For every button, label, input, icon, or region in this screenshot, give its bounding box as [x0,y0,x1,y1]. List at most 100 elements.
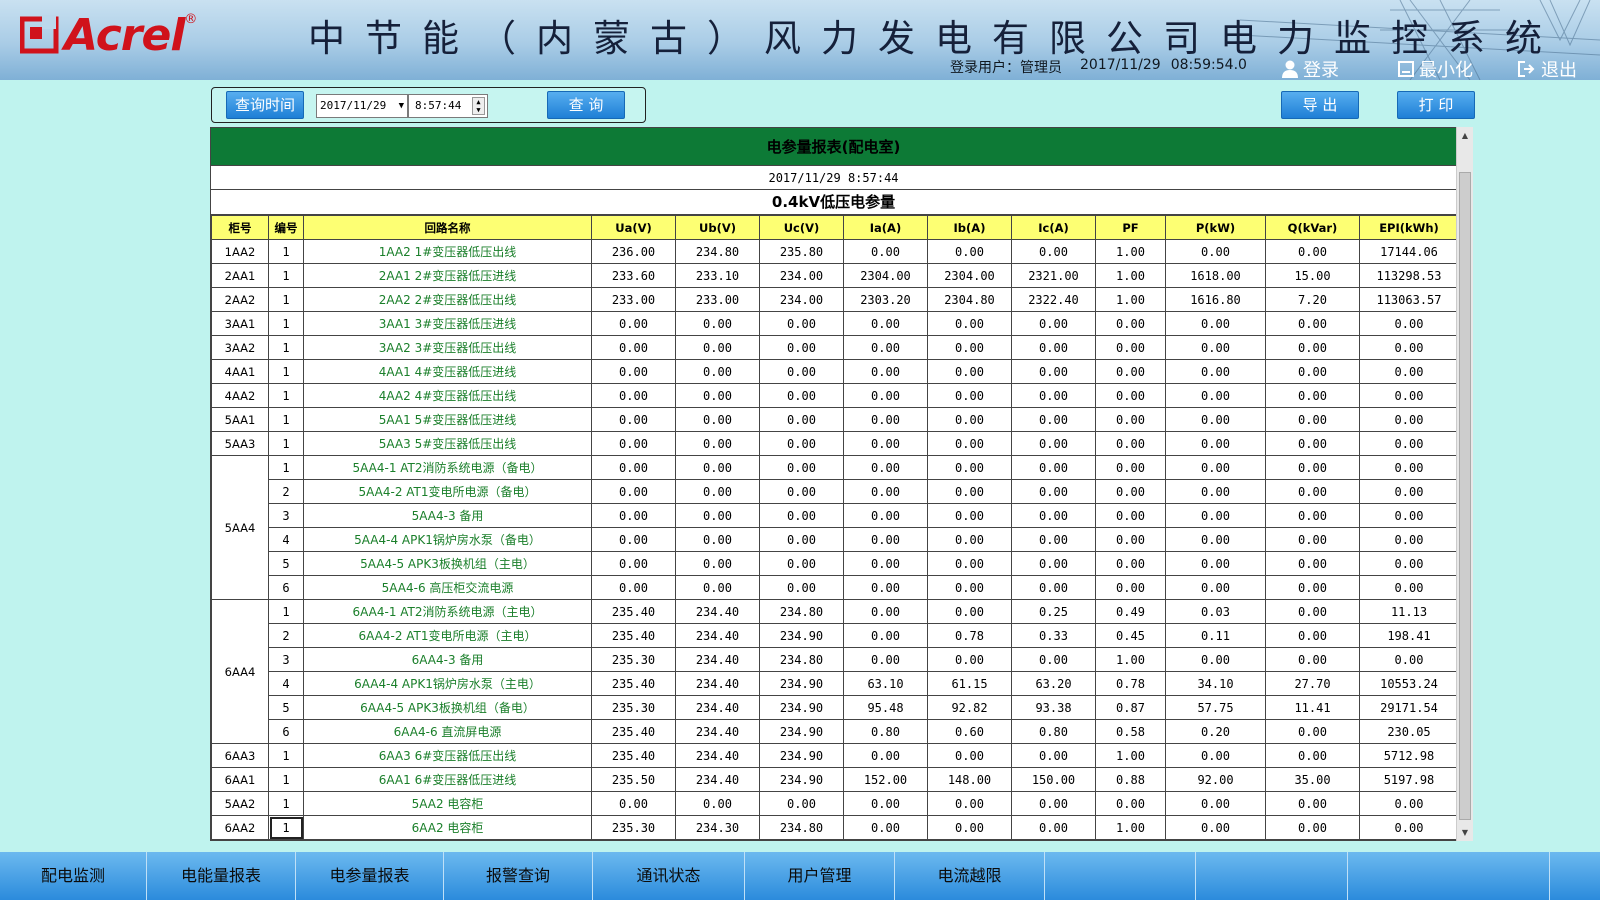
minimize-button[interactable]: 最小化 [1398,56,1473,80]
date-picker[interactable]: 2017/11/29 ▼ [316,94,408,118]
value-cell: 2304.00 [927,263,1012,288]
table-row[interactable]: 4AA2 1 4AA2 4#变压器低压出线 0.00 0.00 0.00 0.00 0.00 0… [211,383,1456,408]
time-spinner[interactable]: ▲ ▼ [472,97,485,115]
circuit-name-cell: 3AA2 3#变压器低压出线 [303,335,592,360]
print-button[interactable]: 打 印 [1397,91,1475,119]
current-time: 08:59:54.0 [1170,57,1247,73]
user-label: 登录用户： [950,60,1020,76]
circuit-name-cell: 6AA2 电容柜 [303,815,592,840]
value-cell: 0.33 [1011,623,1096,648]
value-cell: 235.40 [591,743,676,768]
value-cell: 2304.00 [843,263,928,288]
table-row[interactable]: 2 5AA4-2 AT1变电所电源（备电） 0.00 0.00 0.00 0.00 0.00… [212,479,1456,504]
time-picker[interactable]: 8:57:44 ▲ ▼ [408,94,488,118]
nav-item-6[interactable]: 用户管理 [745,852,895,900]
dropdown-arrow-icon[interactable]: ▼ [399,95,404,117]
value-cell: 57.75 [1165,695,1266,720]
number-cell: 1 [268,359,304,384]
table-row[interactable]: 2AA1 1 2AA1 2#变压器低压进线 233.60 233.10 234.00 230… [211,263,1456,288]
value-cell: 0.00 [675,455,760,480]
spin-up-icon[interactable]: ▲ [473,98,484,106]
value-cell: 0.00 [927,359,1012,384]
value-cell: 0.00 [1165,311,1266,336]
login-button[interactable]: 登录 [1282,56,1339,80]
scroll-down-icon[interactable]: ▼ [1457,824,1473,841]
column-header: Q(kVar) [1265,215,1360,240]
table-row[interactable]: 3AA1 1 3AA1 3#变压器低压进线 0.00 0.00 0.00 0.00 0.00 0… [211,311,1456,336]
table-row[interactable]: 5 5AA4-5 APK3板换机组（主电） 0.00 0.00 0.00 0.00 0.00… [212,551,1456,576]
value-cell: 233.00 [591,287,676,312]
column-header: 回路名称 [303,215,592,240]
column-header: 编号 [268,215,304,240]
export-button[interactable]: 导 出 [1281,91,1359,119]
table-row[interactable]: 6AA1 1 6AA1 6#变压器低压进线 235.50 234.40 234.90 152… [211,767,1456,792]
value-cell: 234.40 [675,719,760,744]
number-cell: 2 [268,479,304,504]
nav-item-4[interactable]: 报警查询 [444,852,593,900]
value-cell: 0.00 [843,623,928,648]
table-row[interactable]: 6AA4 1 6AA4-1 AT2消防系统电源（主电） 235.40 234.40 234… [211,599,1456,744]
number-cell: 1 [268,407,304,432]
value-cell: 0.11 [1165,623,1266,648]
table-row[interactable]: 5AA4 1 5AA4-1 AT2消防系统电源（备电） 0.00 0.00 0.00 0.0… [211,455,1456,600]
exit-label: 退出 [1541,60,1577,80]
nav-item-8[interactable] [1045,852,1196,900]
scrollbar-thumb[interactable] [1459,172,1471,820]
nav-item-9[interactable] [1196,852,1348,900]
value-cell: 234.90 [759,767,844,792]
column-header: Ub(V) [675,215,760,240]
table-row[interactable]: 4 6AA4-4 APK1锅炉房水泵（主电） 235.40 234.40 234.90 6… [212,671,1456,696]
value-cell: 0.00 [1165,815,1266,840]
scroll-up-icon[interactable]: ▲ [1457,127,1473,144]
value-cell: 0.00 [759,359,844,384]
value-cell: 0.00 [1011,791,1096,816]
table-row[interactable]: 4AA1 1 4AA1 4#变压器低压进线 0.00 0.00 0.00 0.00 0.00 0… [211,359,1456,384]
table-row[interactable]: 5AA3 1 5AA3 5#变压器低压出线 0.00 0.00 0.00 0.00 0.00 0… [211,431,1456,456]
query-time-button[interactable]: 查询时间 [226,91,304,119]
table-row[interactable]: 6 6AA4-6 直流屏电源 235.40 234.40 234.90 0.80 0.60 0… [212,719,1456,744]
value-cell: 0.00 [759,407,844,432]
value-cell: 0.00 [927,503,1012,528]
column-header: Ib(A) [927,215,1012,240]
table-row[interactable]: 6AA3 1 6AA3 6#变压器低压出线 235.40 234.40 234.90 0.0… [211,743,1456,768]
table-row[interactable]: 1AA2 1 1AA2 1#变压器低压出线 236.00 234.80 235.80 0.0… [211,239,1456,264]
value-cell: 113298.53 [1359,263,1456,288]
table-row[interactable]: 5AA1 1 5AA1 5#变压器低压进线 0.00 0.00 0.00 0.00 0.00 0… [211,407,1456,432]
nav-item-10[interactable] [1348,852,1550,900]
vertical-scrollbar[interactable]: ▲ ▼ [1456,127,1473,841]
table-row[interactable]: 6 5AA4-6 高压柜交流电源 0.00 0.00 0.00 0.00 0.00 0.00 0… [212,575,1456,600]
value-cell: 0.00 [1265,431,1360,456]
table-row[interactable]: 3AA2 1 3AA2 3#变压器低压出线 0.00 0.00 0.00 0.00 0.00 0… [211,335,1456,360]
value-cell: 148.00 [927,767,1012,792]
value-cell: 0.00 [927,527,1012,552]
registered-mark: ® [184,12,198,27]
table-row[interactable]: 5AA2 1 5AA2 电容柜 0.00 0.00 0.00 0.00 0.00 0.00 0.0… [211,791,1456,816]
nav-item-1[interactable]: 配电监测 [0,852,147,900]
spin-down-icon[interactable]: ▼ [473,106,484,114]
exit-button[interactable]: 退出 [1518,56,1577,80]
circuit-name-cell: 4AA2 4#变压器低压出线 [303,383,592,408]
minimize-label: 最小化 [1419,60,1473,80]
nav-item-5[interactable]: 通讯状态 [593,852,745,900]
value-cell: 0.00 [759,311,844,336]
value-cell: 0.00 [843,479,928,504]
table-row[interactable]: 3 6AA4-3 备用 235.30 234.40 234.80 0.00 0.00 0.00… [212,647,1456,672]
value-cell: 0.00 [675,551,760,576]
number-cell: 4 [268,671,304,696]
circuit-name-cell: 5AA4-4 APK1锅炉房水泵（备电） [303,527,592,552]
value-cell: 234.80 [759,647,844,672]
search-button[interactable]: 查 询 [547,91,625,119]
nav-item-3[interactable]: 电参量报表 [296,852,444,900]
table-row[interactable]: 3 5AA4-3 备用 0.00 0.00 0.00 0.00 0.00 0.00 0.00 0.… [212,503,1456,528]
value-cell: 1.00 [1095,287,1166,312]
value-cell: 0.00 [1165,743,1266,768]
table-row[interactable]: 2AA2 1 2AA2 2#变压器低压出线 233.00 233.00 234.00 230… [211,287,1456,312]
value-cell: 0.00 [927,311,1012,336]
nav-item-7[interactable]: 电流越限 [895,852,1045,900]
table-row[interactable]: 2 6AA4-2 AT1变电所电源（主电） 235.40 234.40 234.90 0.… [212,623,1456,648]
table-row[interactable]: 5 6AA4-5 APK3板换机组（备电） 235.30 234.40 234.90 95… [212,695,1456,720]
value-cell: 0.00 [843,431,928,456]
table-row[interactable]: 6AA2 1 6AA2 电容柜 235.30 234.30 234.80 0.00 0.00 0… [211,815,1456,840]
table-row[interactable]: 4 5AA4-4 APK1锅炉房水泵（备电） 0.00 0.00 0.00 0.00 0.0… [212,527,1456,552]
nav-item-2[interactable]: 电能量报表 [147,852,296,900]
